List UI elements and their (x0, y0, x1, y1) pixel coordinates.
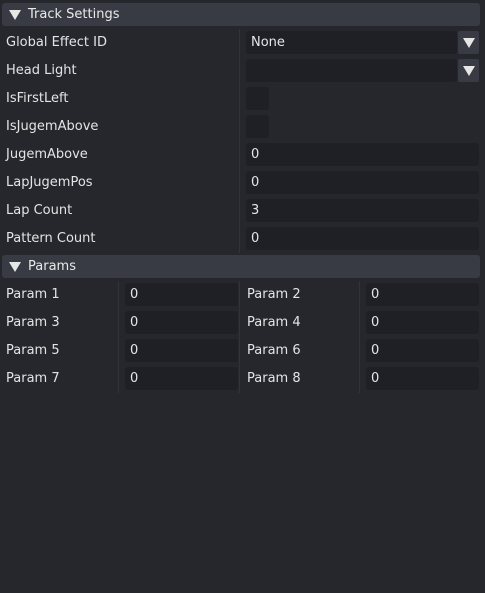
head-light-dropdown-button[interactable] (458, 59, 479, 82)
is-first-left-label: IsFirstLeft (6, 91, 69, 106)
param-4-label: Param 4 (247, 315, 301, 330)
param-1-label: Param 1 (6, 287, 60, 302)
params-row: Param 3 0 Param 4 0 (0, 309, 485, 337)
global-effect-id-dropdown[interactable]: None (246, 31, 457, 54)
param-7-label: Param 7 (6, 371, 60, 386)
param-5-label: Param 5 (6, 343, 60, 358)
column-divider (239, 281, 240, 309)
params-header[interactable]: Params (2, 255, 480, 278)
column-divider (118, 281, 119, 309)
chevron-down-icon (462, 37, 475, 48)
global-effect-id-label: Global Effect ID (6, 35, 107, 50)
param-8-input[interactable]: 0 (366, 367, 479, 390)
jugem-above-row: JugemAbove 0 (0, 141, 485, 169)
param-1-input[interactable]: 0 (125, 283, 238, 306)
lap-jugem-pos-row: LapJugemPos 0 (0, 169, 485, 197)
collapse-triangle-icon (4, 261, 26, 272)
params-row: Param 5 0 Param 6 0 (0, 337, 485, 365)
is-jugem-above-row: IsJugemAbove (0, 113, 485, 141)
params-row: Param 1 0 Param 2 0 (0, 281, 485, 309)
jugem-above-label: JugemAbove (6, 147, 88, 162)
column-divider (118, 337, 119, 365)
collapse-triangle-icon (4, 9, 26, 20)
head-light-dropdown[interactable] (246, 59, 457, 82)
column-divider (239, 337, 240, 365)
pattern-count-input[interactable]: 0 (246, 227, 479, 250)
params-title: Params (28, 259, 76, 274)
pattern-count-label: Pattern Count (6, 231, 96, 246)
global-effect-id-row: Global Effect ID None (0, 29, 485, 57)
is-jugem-above-checkbox[interactable] (246, 115, 269, 138)
column-divider (239, 113, 240, 141)
lap-count-row: Lap Count 3 (0, 197, 485, 225)
param-2-input[interactable]: 0 (366, 283, 479, 306)
params-row: Param 7 0 Param 8 0 (0, 365, 485, 393)
global-effect-id-dropdown-button[interactable] (458, 31, 479, 54)
param-3-label: Param 3 (6, 315, 60, 330)
lap-count-input[interactable]: 3 (246, 199, 479, 222)
column-divider (118, 365, 119, 393)
column-divider (359, 365, 360, 393)
column-divider (239, 141, 240, 169)
param-8-label: Param 8 (247, 371, 301, 386)
param-4-input[interactable]: 0 (366, 311, 479, 334)
column-divider (359, 337, 360, 365)
head-light-row: Head Light (0, 57, 485, 85)
is-jugem-above-label: IsJugemAbove (6, 119, 99, 134)
column-divider (359, 281, 360, 309)
column-divider (359, 309, 360, 337)
column-divider (239, 309, 240, 337)
column-divider (118, 309, 119, 337)
column-divider (239, 85, 240, 113)
param-6-label: Param 6 (247, 343, 301, 358)
lap-jugem-pos-input[interactable]: 0 (246, 171, 479, 194)
param-3-input[interactable]: 0 (125, 311, 238, 334)
track-settings-header[interactable]: Track Settings (2, 3, 480, 26)
chevron-down-icon (462, 65, 475, 76)
lap-count-label: Lap Count (6, 203, 73, 218)
column-divider (239, 57, 240, 85)
track-settings-title: Track Settings (28, 7, 120, 22)
column-divider (239, 225, 240, 253)
lap-jugem-pos-label: LapJugemPos (6, 175, 93, 190)
jugem-above-input[interactable]: 0 (246, 143, 479, 166)
column-divider (239, 169, 240, 197)
param-7-input[interactable]: 0 (125, 367, 238, 390)
is-first-left-row: IsFirstLeft (0, 85, 485, 113)
column-divider (239, 29, 240, 57)
column-divider (239, 197, 240, 225)
param-2-label: Param 2 (247, 287, 301, 302)
param-6-input[interactable]: 0 (366, 339, 479, 362)
column-divider (239, 365, 240, 393)
is-first-left-checkbox[interactable] (246, 87, 269, 110)
head-light-label: Head Light (6, 63, 77, 78)
pattern-count-row: Pattern Count 0 (0, 225, 485, 253)
param-5-input[interactable]: 0 (125, 339, 238, 362)
